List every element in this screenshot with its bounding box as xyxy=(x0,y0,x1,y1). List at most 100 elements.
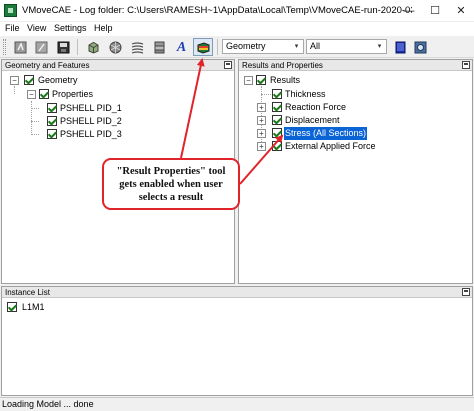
results-panel-title: Results and Properties xyxy=(242,61,323,70)
instance-panel-title: Instance List xyxy=(5,288,50,297)
results-panel-header: Results and Properties xyxy=(239,60,472,71)
tree-item-results[interactable]: − Results xyxy=(239,74,469,87)
tree-item-label: Stress (All Sections) xyxy=(282,126,369,141)
tree-item-pshell-pid-1[interactable]: PSHELL PID_1 xyxy=(2,102,232,115)
pshell-pid-2-checkbox[interactable] xyxy=(47,116,57,126)
tree-item-pshell-pid-3[interactable]: PSHELL PID_3 xyxy=(2,128,232,141)
tree-item-pshell-pid-2[interactable]: PSHELL PID_2 xyxy=(2,115,232,128)
open-model-button[interactable] xyxy=(10,38,30,56)
pin-icon[interactable] xyxy=(462,61,470,69)
thickness-checkbox[interactable] xyxy=(272,89,282,99)
tree-item-label: Reaction Force xyxy=(285,102,347,112)
result-properties-button[interactable] xyxy=(193,38,213,56)
instance-item[interactable]: L1M1 xyxy=(2,301,202,314)
callout-line-3: selects a result xyxy=(138,192,204,203)
properties-checkbox[interactable] xyxy=(39,89,49,99)
settings-button[interactable] xyxy=(410,38,430,56)
collapse-icon[interactable]: − xyxy=(10,76,19,85)
cube-view-button[interactable] xyxy=(83,38,103,56)
cube-icon xyxy=(88,41,99,54)
mesh-icon xyxy=(109,41,122,54)
legend-icon xyxy=(395,41,406,54)
export-button[interactable] xyxy=(31,38,51,56)
result-properties-icon xyxy=(197,42,210,54)
external-applied-force-checkbox[interactable] xyxy=(272,141,282,151)
tree-item-properties[interactable]: − Properties xyxy=(2,88,232,101)
tree-item-label: Results xyxy=(270,75,301,85)
tree-item-label: PSHELL PID_1 xyxy=(60,103,122,113)
instance-panel: Instance List L1M1 xyxy=(1,286,473,396)
window-title: VMoveCAE - Log folder: C:\Users\RAMESH~1… xyxy=(22,5,412,16)
status-text: Loading Model ... done xyxy=(2,399,94,409)
tree-item-label: PSHELL PID_3 xyxy=(60,129,122,139)
app-icon xyxy=(4,4,17,17)
tree-item-reaction-force[interactable]: + Reaction Force xyxy=(239,101,469,114)
layers-button[interactable] xyxy=(127,38,147,56)
menu-view[interactable]: View xyxy=(27,23,46,33)
text-tool-button[interactable]: A xyxy=(171,38,191,56)
menu-settings[interactable]: Settings xyxy=(54,23,87,33)
filter-select[interactable]: All ▾ xyxy=(306,39,387,54)
tree-item-label: Displacement xyxy=(285,115,340,125)
save-icon xyxy=(57,41,70,54)
tree-item-label: Thickness xyxy=(285,89,326,99)
instance-checkbox[interactable] xyxy=(7,302,17,312)
callout-line-1: "Result Properties" tool xyxy=(116,166,226,177)
tree-item-stress[interactable]: + Stress (All Sections) xyxy=(239,126,469,141)
pin-icon[interactable] xyxy=(462,288,470,296)
geometry-panel-header: Geometry and Features xyxy=(2,60,234,71)
title-bar: VMoveCAE - Log folder: C:\Users\RAMESH~1… xyxy=(0,0,474,22)
tree-item-geometry[interactable]: − Geometry xyxy=(2,74,232,87)
open-model-icon xyxy=(14,41,27,54)
menu-help[interactable]: Help xyxy=(94,23,113,33)
collapse-icon[interactable]: − xyxy=(27,90,36,99)
expand-icon[interactable]: + xyxy=(257,142,266,151)
pshell-pid-3-checkbox[interactable] xyxy=(47,129,57,139)
pin-icon[interactable] xyxy=(224,61,232,69)
tree-item-label: Geometry xyxy=(38,75,78,85)
annotation-callout: "Result Properties" tool gets enabled wh… xyxy=(102,158,240,210)
expand-icon[interactable]: + xyxy=(257,103,266,112)
toolbar-grip-icon[interactable] xyxy=(3,39,6,55)
gear-icon xyxy=(414,41,427,54)
instance-label: L1M1 xyxy=(22,302,45,312)
close-button[interactable]: ✕ xyxy=(448,0,474,22)
results-checkbox[interactable] xyxy=(256,75,266,85)
mode-select-value: Geometry xyxy=(226,41,266,51)
reaction-force-checkbox[interactable] xyxy=(272,102,282,112)
assembly-button[interactable] xyxy=(149,38,169,56)
menu-file[interactable]: File xyxy=(5,23,20,33)
mode-select[interactable]: Geometry ▾ xyxy=(222,39,304,54)
toolbar-separator xyxy=(217,39,218,55)
status-bar: Loading Model ... done xyxy=(0,397,474,411)
geometry-panel-title: Geometry and Features xyxy=(5,61,90,70)
mesh-button[interactable] xyxy=(105,38,125,56)
callout-line-2: gets enabled when user xyxy=(119,179,223,190)
filter-select-value: All xyxy=(310,41,321,51)
menu-bar: File View Settings Help xyxy=(0,22,474,36)
maximize-button[interactable]: ☐ xyxy=(422,0,448,22)
tree-item-displacement[interactable]: + Displacement xyxy=(239,114,469,127)
tree-item-thickness[interactable]: Thickness xyxy=(239,88,469,101)
expand-icon[interactable]: + xyxy=(257,129,266,138)
chevron-down-icon[interactable]: ▾ xyxy=(374,41,385,52)
tree-item-label: External Applied Force xyxy=(285,141,376,151)
text-tool-icon: A xyxy=(176,40,187,55)
save-button[interactable] xyxy=(53,38,73,56)
tree-item-external-applied-force[interactable]: + External Applied Force xyxy=(239,140,469,153)
tree-item-label: Properties xyxy=(52,89,94,99)
displacement-checkbox[interactable] xyxy=(272,115,282,125)
expand-icon[interactable]: + xyxy=(257,116,266,125)
pshell-pid-1-checkbox[interactable] xyxy=(47,103,57,113)
stress-checkbox[interactable] xyxy=(272,128,282,138)
tree-item-label: PSHELL PID_2 xyxy=(60,116,122,126)
toolbar-separator xyxy=(77,39,78,55)
collapse-icon[interactable]: − xyxy=(244,76,253,85)
legend-button[interactable] xyxy=(390,38,410,56)
geometry-checkbox[interactable] xyxy=(24,75,34,85)
minimize-button[interactable]: — xyxy=(396,0,422,22)
assembly-icon xyxy=(154,41,165,54)
chevron-down-icon[interactable]: ▾ xyxy=(291,41,302,52)
instance-panel-header: Instance List xyxy=(2,287,472,298)
export-icon xyxy=(35,41,48,54)
